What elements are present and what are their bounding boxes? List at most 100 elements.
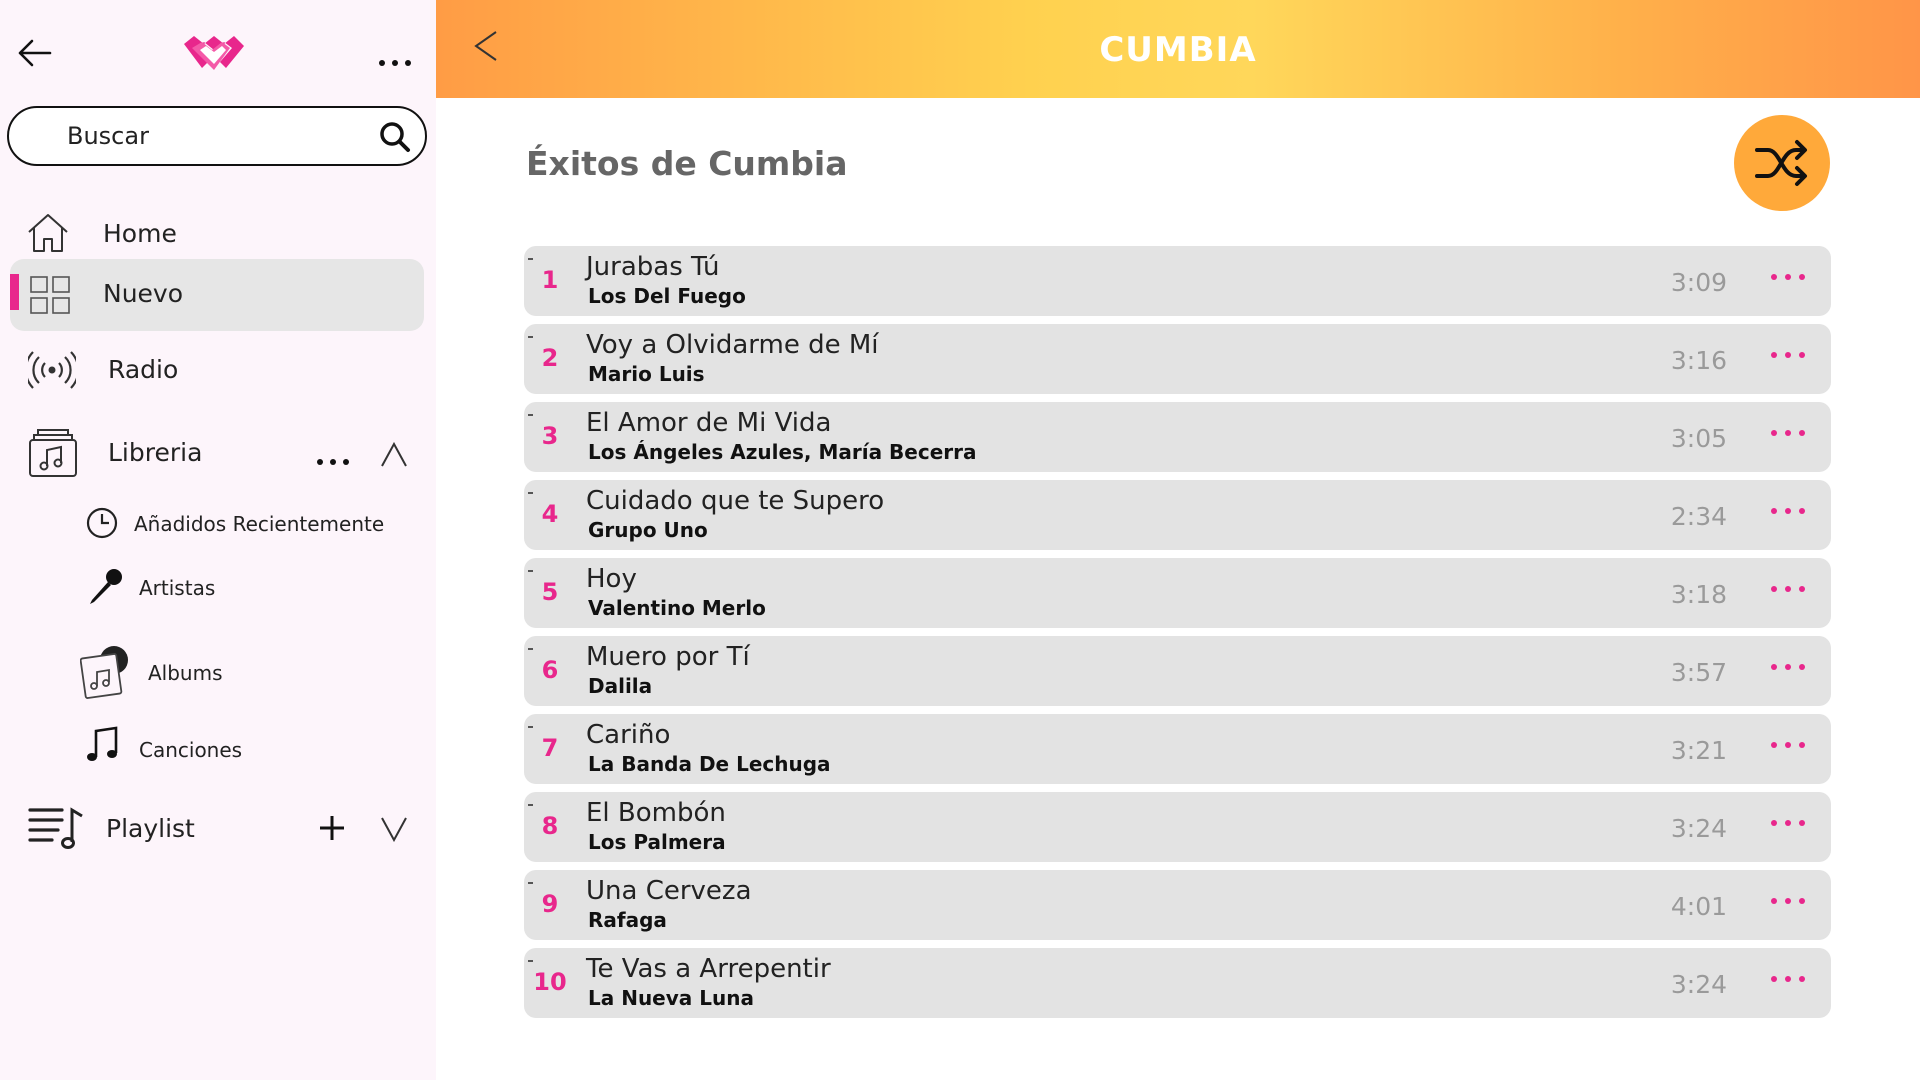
track-title: Cariño xyxy=(586,720,671,750)
libreria-more-icon[interactable] xyxy=(316,451,350,465)
chevron-up-icon[interactable] xyxy=(380,441,408,472)
add-playlist-plus-icon[interactable] xyxy=(318,814,346,846)
sidebar: Home Nuevo Radio Libreria xyxy=(0,0,436,1080)
track-number: 10 xyxy=(533,968,567,996)
nav-label-home: Home xyxy=(103,219,177,248)
track-duration: 3:18 xyxy=(1670,580,1727,609)
track-row[interactable]: 3 El Amor de Mi Vida Los Ángeles Azules, M… xyxy=(524,402,1831,472)
row-tick-mark xyxy=(528,804,533,806)
track-row[interactable]: 10 Te Vas a Arrepentir La Nueva Luna 3:24 xyxy=(524,948,1831,1018)
nav-item-radio[interactable]: Radio xyxy=(24,348,428,392)
track-number: 2 xyxy=(541,344,559,372)
library-label-albums: Albums xyxy=(148,661,223,685)
track-more-icon[interactable] xyxy=(1771,430,1805,438)
home-icon xyxy=(26,212,70,258)
track-row[interactable]: 6 Muero por Tí Dalila 3:57 xyxy=(524,636,1831,706)
track-list: 1 Jurabas Tú Los Del Fuego 3:09 2 Voy a Olvid… xyxy=(524,246,1831,1026)
row-tick-mark xyxy=(528,336,533,338)
search-input[interactable] xyxy=(67,120,367,152)
track-artist: Mario Luis xyxy=(588,362,705,386)
track-number: 7 xyxy=(541,734,559,762)
music-note-icon xyxy=(86,726,120,768)
row-tick-mark xyxy=(528,648,533,650)
track-title: Jurabas Tú xyxy=(586,252,720,282)
track-title: Te Vas a Arrepentir xyxy=(586,954,831,984)
track-more-icon[interactable] xyxy=(1771,742,1805,750)
back-arrow-icon[interactable] xyxy=(16,38,52,72)
shuffle-button[interactable] xyxy=(1734,115,1830,211)
track-duration: 3:21 xyxy=(1670,736,1727,765)
track-number: 9 xyxy=(541,890,559,918)
track-row[interactable]: 4 Cuidado que te Supero Grupo Uno 2:34 xyxy=(524,480,1831,550)
track-duration: 3:57 xyxy=(1670,658,1727,687)
library-item-recent[interactable]: Añadidos Recientemente xyxy=(86,507,406,543)
track-artist: Grupo Uno xyxy=(588,518,708,542)
track-more-icon[interactable] xyxy=(1771,586,1805,594)
track-number: 8 xyxy=(541,812,559,840)
track-artist: Dalila xyxy=(588,674,653,698)
track-title: Cuidado que te Supero xyxy=(586,486,885,516)
track-duration: 3:24 xyxy=(1670,970,1727,999)
track-row[interactable]: 8 El Bombón Los Palmera 3:24 xyxy=(524,792,1831,862)
genre-title: CUMBIA xyxy=(1099,30,1257,70)
playlist-icon xyxy=(28,806,86,854)
track-number: 4 xyxy=(541,500,559,528)
track-more-icon[interactable] xyxy=(1771,976,1805,984)
search-box xyxy=(7,106,427,166)
track-more-icon[interactable] xyxy=(1771,898,1805,906)
track-more-icon[interactable] xyxy=(1771,352,1805,360)
nav-label-libreria: Libreria xyxy=(108,438,203,467)
track-artist: Los Del Fuego xyxy=(588,284,746,308)
track-title: Hoy xyxy=(586,564,637,594)
nav-item-nuevo[interactable] xyxy=(10,259,424,331)
track-artist: Los Ángeles Azules, María Becerra xyxy=(588,440,977,464)
row-tick-mark xyxy=(528,414,533,416)
track-title: Una Cerveza xyxy=(586,876,752,906)
track-more-icon[interactable] xyxy=(1771,664,1805,672)
track-artist: Los Palmera xyxy=(588,830,726,854)
track-more-icon[interactable] xyxy=(1771,274,1805,282)
track-number: 1 xyxy=(541,266,559,294)
track-duration: 2:34 xyxy=(1670,502,1727,531)
track-artist: La Banda De Lechuga xyxy=(588,752,831,776)
library-label-songs: Canciones xyxy=(139,738,243,762)
library-item-artists[interactable]: Artistas xyxy=(86,568,406,608)
library-music-icon xyxy=(28,426,78,482)
active-indicator xyxy=(10,274,19,310)
row-tick-mark xyxy=(528,492,533,494)
more-options-icon[interactable] xyxy=(378,52,412,66)
track-title: Voy a Olvidarme de Mí xyxy=(586,330,879,360)
track-title: El Amor de Mi Vida xyxy=(586,408,832,438)
track-row[interactable]: 9 Una Cerveza Rafaga 4:01 xyxy=(524,870,1831,940)
app-logo xyxy=(182,30,246,78)
track-artist: Rafaga xyxy=(588,908,667,932)
track-duration: 4:01 xyxy=(1670,892,1727,921)
track-artist: Valentino Merlo xyxy=(588,596,766,620)
track-duration: 3:05 xyxy=(1670,424,1727,453)
track-artist: La Nueva Luna xyxy=(588,986,754,1010)
nav-label-playlist: Playlist xyxy=(106,814,195,843)
search-icon[interactable] xyxy=(379,121,411,157)
track-number: 5 xyxy=(541,578,559,606)
row-tick-mark xyxy=(528,570,533,572)
chevron-down-icon[interactable] xyxy=(380,816,408,846)
row-tick-mark xyxy=(528,258,533,260)
library-item-songs[interactable]: Canciones xyxy=(86,726,406,766)
track-row[interactable]: 2 Voy a Olvidarme de Mí Mario Luis 3:16 xyxy=(524,324,1831,394)
track-title: Muero por Tí xyxy=(586,642,750,672)
track-row[interactable]: 1 Jurabas Tú Los Del Fuego 3:09 xyxy=(524,246,1831,316)
playlist-title: Éxitos de Cumbia xyxy=(526,144,848,183)
track-row[interactable]: 5 Hoy Valentino Merlo 3:18 xyxy=(524,558,1831,628)
nav-item-playlist[interactable]: Playlist xyxy=(28,806,288,850)
track-more-icon[interactable] xyxy=(1771,820,1805,828)
track-more-icon[interactable] xyxy=(1771,508,1805,516)
library-label-artists: Artistas xyxy=(139,576,216,600)
row-tick-mark xyxy=(528,726,533,728)
track-number: 3 xyxy=(541,422,559,450)
nav-item-home[interactable]: Home xyxy=(26,212,426,256)
genre-header: CUMBIA xyxy=(436,0,1920,98)
track-row[interactable]: 7 Cariño La Banda De Lechuga 3:21 xyxy=(524,714,1831,784)
library-item-albums[interactable]: Albums xyxy=(79,644,400,700)
nav-item-libreria[interactable]: Libreria xyxy=(28,426,328,478)
grid-icon xyxy=(30,276,70,318)
